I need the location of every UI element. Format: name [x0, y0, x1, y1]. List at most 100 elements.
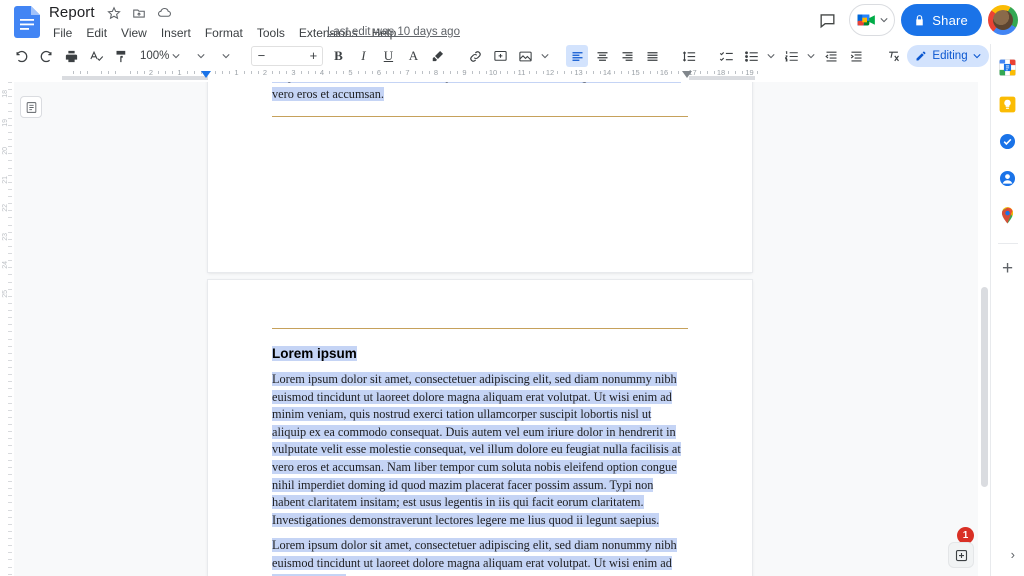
align-justify-icon[interactable] — [641, 45, 663, 67]
scrollbar-thumb[interactable] — [981, 287, 988, 487]
vertical-ruler-tick — [8, 146, 12, 148]
paint-format-icon[interactable] — [110, 45, 132, 67]
share-button[interactable]: Share — [901, 4, 982, 36]
cloud-saved-icon[interactable] — [156, 4, 173, 21]
collapse-sidepanel-icon[interactable]: › — [1011, 547, 1015, 562]
increase-indent-icon[interactable] — [845, 45, 867, 67]
vertical-ruler-tick — [8, 488, 12, 490]
document-title[interactable]: Report — [46, 3, 98, 22]
vertical-ruler-tick — [8, 82, 12, 83]
page2-paragraph-2: Lorem ipsum dolor sit amet, consectetuer… — [272, 537, 688, 576]
align-right-icon[interactable] — [616, 45, 638, 67]
star-icon[interactable] — [106, 4, 123, 21]
zoom-control[interactable]: 100% — [135, 46, 185, 66]
increase-font-size-button[interactable]: + — [304, 47, 322, 65]
ruler-tick — [592, 71, 594, 74]
sidepanel-calendar-icon[interactable] — [997, 56, 1019, 78]
insert-image-icon[interactable] — [514, 45, 536, 67]
menu-format[interactable]: Format — [198, 24, 250, 42]
font-size-stepper[interactable]: − + — [251, 46, 324, 66]
ruler-tick — [756, 71, 758, 74]
sidepanel-keep-icon[interactable] — [997, 93, 1019, 115]
horizontal-ruler[interactable]: 2 1 1 2 3 4 5 6 7 8 9 10 11 12 13 14 15 16 17 18 19 — [0, 68, 990, 82]
insert-link-icon[interactable] — [464, 45, 486, 67]
comment-history-icon[interactable] — [811, 4, 843, 36]
avatar[interactable] — [988, 5, 1018, 35]
ruler-number: 18 — [716, 68, 726, 77]
bulleted-list-icon[interactable] — [740, 45, 762, 67]
ruler-number: 2 — [262, 68, 268, 77]
font-size-input[interactable] — [270, 50, 305, 62]
checklist-icon[interactable] — [715, 45, 737, 67]
sidepanel-contacts-icon[interactable] — [997, 167, 1019, 189]
bold-button[interactable]: B — [327, 45, 349, 67]
align-center-icon[interactable] — [591, 45, 613, 67]
sidepanel-maps-icon[interactable] — [997, 204, 1019, 226]
ruler-tick — [621, 71, 623, 74]
menu-edit[interactable]: Edit — [79, 24, 114, 42]
ruler-tick — [286, 71, 288, 74]
ruler-tick — [713, 71, 715, 74]
pencil-icon — [916, 51, 926, 61]
highlight-color-icon[interactable] — [427, 45, 449, 67]
menu-file[interactable]: File — [46, 24, 79, 42]
explore-button[interactable] — [948, 542, 974, 568]
insert-image-dropdown-icon[interactable] — [539, 45, 551, 67]
document-page-1[interactable]: Lorem ipsum dolor sit amet, consectetuer… — [208, 82, 752, 272]
numbered-list-icon[interactable] — [780, 45, 802, 67]
vertical-ruler[interactable]: 18 19 20 21 22 23 24 25 — [0, 82, 14, 576]
vertical-scrollbar[interactable] — [978, 82, 990, 576]
left-indent-marker[interactable] — [201, 71, 211, 78]
vertical-ruler-tick — [8, 253, 12, 254]
italic-button[interactable]: I — [352, 45, 374, 67]
vertical-ruler-tick — [8, 302, 12, 304]
underline-button[interactable]: U — [377, 45, 399, 67]
vertical-ruler-tick — [8, 188, 12, 190]
bulleted-list-dropdown-icon[interactable] — [765, 45, 777, 67]
ruler-tick — [614, 71, 616, 74]
ruler-tick — [300, 71, 302, 74]
ruler-number: 19 — [745, 68, 754, 77]
add-comment-icon[interactable] — [489, 45, 511, 67]
menu-tools[interactable]: Tools — [250, 24, 292, 42]
print-icon[interactable] — [60, 45, 82, 67]
ruler-tick — [357, 71, 359, 74]
vertical-ruler-tick — [8, 359, 12, 361]
decrease-indent-icon[interactable] — [820, 45, 842, 67]
paragraph-style-select[interactable] — [197, 46, 210, 66]
font-select[interactable] — [222, 46, 235, 66]
meet-button[interactable] — [849, 4, 896, 36]
decrease-font-size-button[interactable]: − — [252, 47, 270, 65]
page2-paragraph-1: Lorem ipsum dolor sit amet, consectetuer… — [272, 371, 688, 529]
menu-insert[interactable]: Insert — [154, 24, 198, 42]
menu-view[interactable]: View — [114, 24, 154, 42]
ruler-number: 4 — [319, 68, 325, 77]
redo-icon[interactable] — [35, 45, 57, 67]
document-outline-toggle[interactable] — [20, 96, 42, 118]
spellcheck-icon[interactable] — [85, 45, 107, 67]
vertical-ruler-tick — [8, 160, 12, 162]
clear-formatting-icon[interactable] — [882, 45, 904, 67]
vertical-ruler-tick — [8, 324, 12, 326]
ruler-tick — [514, 71, 516, 74]
editing-mode-button[interactable]: Editing — [907, 45, 989, 67]
line-spacing-icon[interactable] — [678, 45, 700, 67]
document-page-2[interactable]: Lorem ipsum Lorem ipsum dolor sit amet, … — [208, 280, 752, 576]
right-indent-marker[interactable] — [682, 71, 692, 78]
numbered-list-dropdown-icon[interactable] — [805, 45, 817, 67]
ruler-tick — [478, 71, 480, 74]
undo-icon[interactable] — [10, 45, 32, 67]
ruler-tick — [642, 71, 644, 74]
ruler-tick — [101, 71, 103, 74]
last-edit-link[interactable]: Last edit was 10 days ago — [327, 25, 460, 40]
header-actions: Share — [811, 4, 1018, 36]
vertical-ruler-tick — [8, 331, 12, 333]
document-canvas[interactable]: Lorem ipsum dolor sit amet, consectetuer… — [14, 82, 990, 576]
align-left-icon[interactable] — [566, 45, 589, 67]
docs-logo[interactable] — [14, 6, 40, 38]
ruler-tick — [443, 71, 445, 74]
move-to-folder-icon[interactable] — [131, 4, 148, 21]
text-color-button[interactable]: A — [402, 45, 424, 67]
add-addon-button[interactable]: + — [996, 256, 1020, 280]
sidepanel-tasks-icon[interactable] — [997, 130, 1019, 152]
